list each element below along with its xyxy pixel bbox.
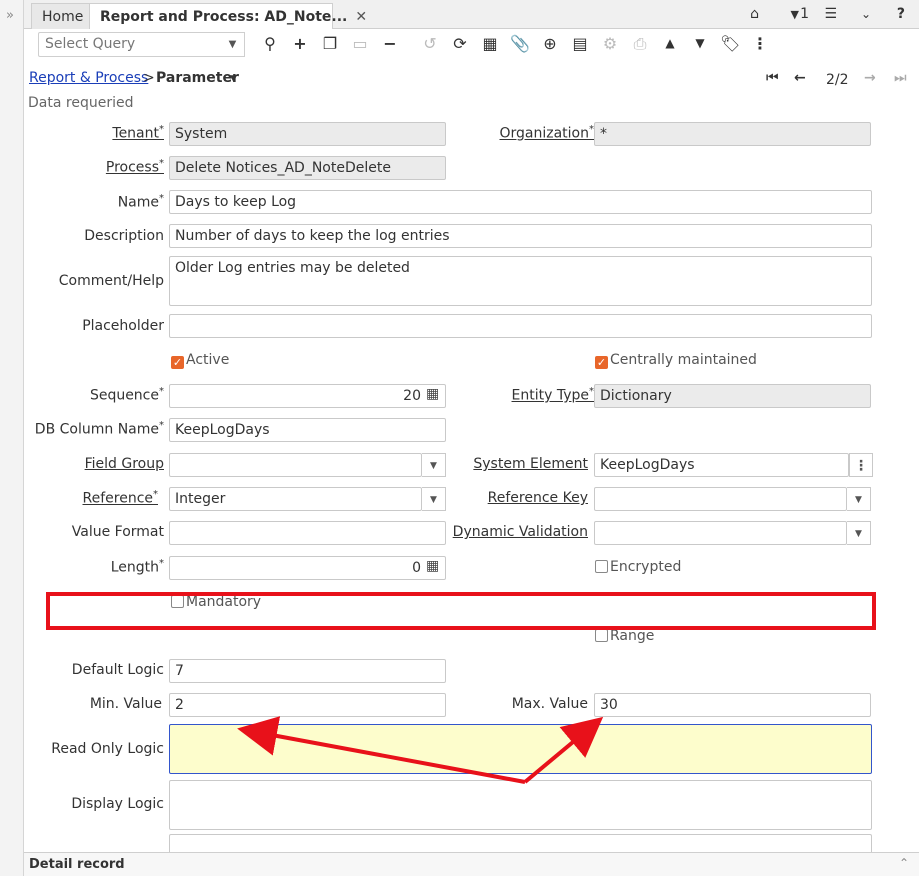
arrow-to-max-value [523, 716, 604, 784]
footer-title: Detail record [29, 857, 125, 872]
arrow-to-min-value [237, 716, 526, 784]
detail-record-footer: Detail record ⌃ [24, 852, 919, 876]
annotation-arrows [237, 716, 604, 784]
expand-detail-icon[interactable]: ⌃ [899, 856, 909, 870]
